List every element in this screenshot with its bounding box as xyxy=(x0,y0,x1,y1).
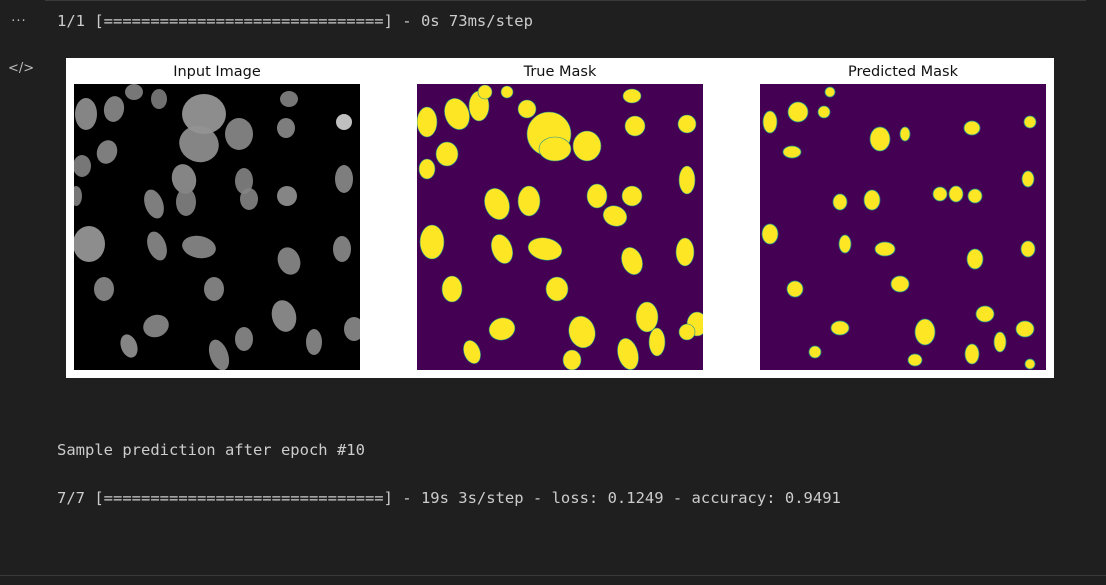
predicted-mask-region xyxy=(890,275,910,293)
true-mask-region xyxy=(545,276,569,302)
true-mask-region xyxy=(621,185,643,207)
input-image-panel: Input Image xyxy=(74,58,360,378)
predicted-mask-region xyxy=(993,331,1007,353)
predicted-mask-region xyxy=(1024,358,1036,370)
predicted-mask-region xyxy=(964,343,980,365)
true-mask-region xyxy=(517,99,537,119)
true-mask-title: True Mask xyxy=(523,64,597,80)
nucleus xyxy=(75,98,97,130)
nucleus xyxy=(333,236,351,262)
nucleus xyxy=(176,188,196,216)
predicted-mask-region xyxy=(830,320,850,336)
true-mask-region xyxy=(418,158,436,180)
true-mask-region xyxy=(538,136,572,162)
nucleus xyxy=(125,84,143,100)
progress-line-predict: 1/1 [==============================] - 0… xyxy=(57,12,533,30)
true-mask-image xyxy=(417,84,703,370)
predicted-mask-region xyxy=(1023,115,1037,129)
true-mask-region xyxy=(562,349,582,370)
true-mask-region xyxy=(635,301,659,333)
predicted-mask-region xyxy=(899,126,911,142)
predicted-mask-region xyxy=(907,353,923,367)
true-mask-region xyxy=(677,114,697,134)
epoch-progress-line: 7/7 [==============================] - 1… xyxy=(57,489,841,507)
predicted-mask-region xyxy=(838,234,852,254)
predicted-mask-region xyxy=(967,188,983,204)
predicted-mask-region xyxy=(1015,320,1035,338)
true-mask-region xyxy=(678,323,696,341)
predicted-mask-region xyxy=(787,101,809,123)
predicted-mask-region xyxy=(966,248,984,270)
predicted-mask-region xyxy=(869,126,891,152)
nucleus xyxy=(277,186,297,206)
predicted-mask-panel: Predicted Mask xyxy=(760,58,1046,378)
predicted-mask-title: Predicted Mask xyxy=(847,64,959,80)
sample-prediction-label: Sample prediction after epoch #10 xyxy=(57,441,365,459)
predicted-mask-region xyxy=(963,120,981,136)
true-mask-region xyxy=(500,85,514,99)
predicted-mask-region xyxy=(914,318,936,346)
predicted-mask-region xyxy=(824,86,836,98)
nucleus xyxy=(277,118,295,138)
cell-top-divider xyxy=(45,0,1086,1)
code-icon[interactable]: </> xyxy=(8,61,34,77)
true-mask-region xyxy=(622,88,642,104)
predicted-mask-region xyxy=(762,110,778,134)
predicted-mask-region xyxy=(948,185,964,203)
true-mask-region xyxy=(648,327,666,357)
true-mask-region xyxy=(441,275,463,303)
predicted-mask-image xyxy=(760,84,1046,370)
prediction-figure: Input Image True Mask Predicted Mask xyxy=(66,58,1054,378)
input-image-title: Input Image xyxy=(173,64,261,80)
nucleus xyxy=(280,91,298,107)
cell-bottom-divider xyxy=(0,575,1106,576)
true-mask-region xyxy=(517,185,541,217)
input-image xyxy=(74,84,360,370)
nucleus xyxy=(225,118,253,150)
true-mask-region xyxy=(419,224,445,260)
more-actions-icon[interactable]: ··· xyxy=(8,14,30,30)
true-mask-region xyxy=(586,183,608,209)
predicted-mask-region xyxy=(782,145,802,159)
nucleus xyxy=(306,329,322,355)
nucleus xyxy=(240,188,258,210)
predicted-mask-region xyxy=(874,241,896,257)
true-mask-region xyxy=(435,141,459,167)
nucleus xyxy=(74,226,105,262)
predicted-mask-region xyxy=(932,186,948,202)
nucleus xyxy=(151,89,167,109)
true-mask-region xyxy=(624,115,646,137)
nucleus xyxy=(336,114,352,130)
predicted-mask-region xyxy=(786,280,804,298)
true-mask-region xyxy=(678,165,696,195)
nucleus xyxy=(335,165,353,193)
predicted-mask-region xyxy=(1020,240,1036,258)
nucleus xyxy=(204,277,224,301)
true-mask-region xyxy=(417,106,438,138)
true-mask-region xyxy=(675,237,695,267)
predicted-mask-region xyxy=(832,193,848,211)
nucleus xyxy=(94,277,114,301)
true-mask-region xyxy=(572,130,602,162)
predicted-mask-region xyxy=(817,105,831,119)
predicted-mask-region xyxy=(808,345,822,359)
predicted-mask-region xyxy=(761,223,779,245)
predicted-mask-region xyxy=(975,305,995,323)
predicted-mask-region xyxy=(1021,170,1035,188)
predicted-mask-region xyxy=(863,189,881,211)
true-mask-region xyxy=(477,84,493,100)
true-mask-panel: True Mask xyxy=(417,58,703,378)
nucleus xyxy=(235,327,253,351)
